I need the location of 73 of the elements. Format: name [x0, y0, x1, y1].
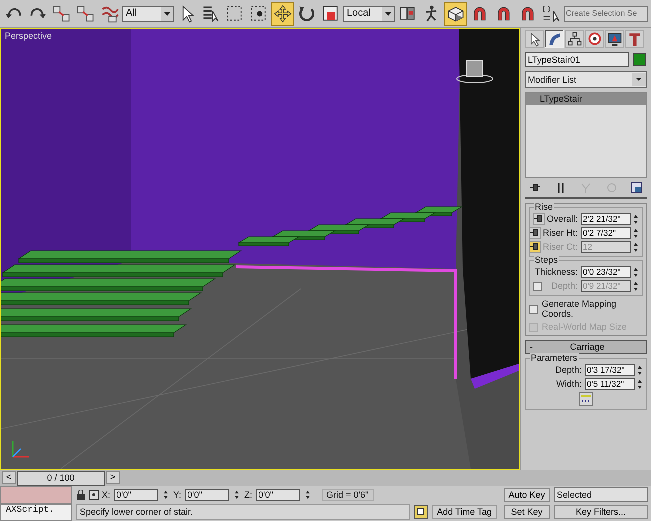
- object-color-swatch[interactable]: [633, 53, 646, 66]
- lock-icon[interactable]: [76, 490, 86, 500]
- field-label: Riser Ht:: [542, 228, 578, 238]
- field-label: Depth:: [551, 281, 578, 291]
- spacing-button[interactable]: [579, 392, 593, 406]
- rollout-title: Carriage: [569, 342, 606, 352]
- value-field[interactable]: 2'2 21/32": [581, 213, 631, 225]
- x-label: X:: [102, 490, 111, 500]
- group-title: Steps: [534, 255, 560, 265]
- create-tab[interactable]: [525, 30, 544, 48]
- y-label: Y:: [174, 490, 182, 500]
- value-field[interactable]: 0'5 11/32": [585, 378, 635, 390]
- viewport-label[interactable]: Perspective: [5, 31, 52, 41]
- time-slider-track[interactable]: < 0 / 100 >: [0, 470, 651, 486]
- set-key-button[interactable]: Set Key: [504, 505, 550, 519]
- rollout-header[interactable]: - Carriage: [525, 340, 647, 354]
- dropdown[interactable]: All: [122, 6, 174, 22]
- group-title: Rise: [534, 202, 554, 212]
- spinner-icon[interactable]: [637, 378, 643, 390]
- lock-button[interactable]: [532, 213, 545, 225]
- value-field[interactable]: 0'3 17/32": [585, 364, 635, 376]
- pin-icon[interactable]: [529, 182, 541, 194]
- modifier-list-dropdown[interactable]: Modifier List: [525, 71, 647, 88]
- option-label: Generate Mapping Coords.: [542, 299, 618, 319]
- utilities-tab[interactable]: [625, 30, 644, 48]
- field-label: Width:: [556, 379, 582, 389]
- dropdown-arrow-icon: [384, 12, 392, 16]
- dropdown-arrow-icon: [164, 12, 170, 16]
- spinner-icon[interactable]: [633, 242, 639, 252]
- lock-button[interactable]: [528, 227, 541, 239]
- checkbox[interactable]: [529, 304, 538, 314]
- move-icon[interactable]: [271, 2, 294, 26]
- collapse-toggle[interactable]: -: [530, 342, 533, 352]
- x-field[interactable]: 0'0": [114, 488, 158, 500]
- key-mode-dropdown[interactable]: Selected: [554, 487, 648, 502]
- field-label: Thickness:: [534, 267, 578, 277]
- axis-tripod-icon: [12, 441, 29, 458]
- selection-set-field[interactable]: Create Selection Se: [564, 6, 648, 22]
- field-label: Depth:: [555, 365, 582, 375]
- time-tag-icon[interactable]: [414, 505, 428, 519]
- hierarchy-tab[interactable]: [565, 30, 584, 48]
- stack-item[interactable]: LTypeStair: [526, 93, 646, 105]
- modify-tab[interactable]: [545, 30, 564, 48]
- value-field[interactable]: 0'2 7/32": [581, 227, 631, 239]
- previous-frame-button[interactable]: <: [2, 470, 16, 484]
- key-filters-button[interactable]: Key Filters...: [554, 505, 648, 519]
- time-slider[interactable]: 0 / 100: [17, 470, 105, 486]
- spinner-icon[interactable]: [637, 364, 643, 376]
- motion-tab[interactable]: [585, 30, 604, 48]
- maxscript-field[interactable]: AXScript.: [0, 504, 72, 521]
- z-label: Z:: [244, 490, 253, 500]
- field-label: Overall:: [546, 214, 578, 224]
- add-time-tag-button[interactable]: Add Time Tag: [432, 505, 497, 519]
- object-name-field[interactable]: LTypeStair01: [525, 52, 629, 67]
- absolute-mode-icon[interactable]: [89, 490, 99, 500]
- y-field[interactable]: 0'0": [184, 488, 229, 500]
- spinner-icon[interactable]: [633, 280, 639, 292]
- auto-key-button[interactable]: Auto Key: [504, 488, 550, 502]
- spinner-icon[interactable]: [633, 214, 639, 224]
- value-field[interactable]: 0'0 23/32": [581, 266, 631, 278]
- snap-icon[interactable]: [444, 2, 467, 26]
- dropdown[interactable]: Local: [343, 6, 395, 22]
- spinner-icon[interactable]: [633, 228, 639, 238]
- z-field[interactable]: 0'0": [256, 488, 300, 500]
- display-tab[interactable]: [605, 30, 624, 48]
- group-title: Parameters: [530, 353, 579, 363]
- perspective-viewport[interactable]: Perspective: [0, 28, 520, 470]
- next-frame-button[interactable]: >: [106, 470, 120, 484]
- spinner-icon[interactable]: [633, 266, 639, 278]
- grid-size: Grid = 0'6": [322, 488, 374, 500]
- field-label: Riser Ct:: [542, 242, 578, 252]
- gizmo-cube-icon: [456, 60, 494, 84]
- configure-icon[interactable]: [631, 182, 643, 194]
